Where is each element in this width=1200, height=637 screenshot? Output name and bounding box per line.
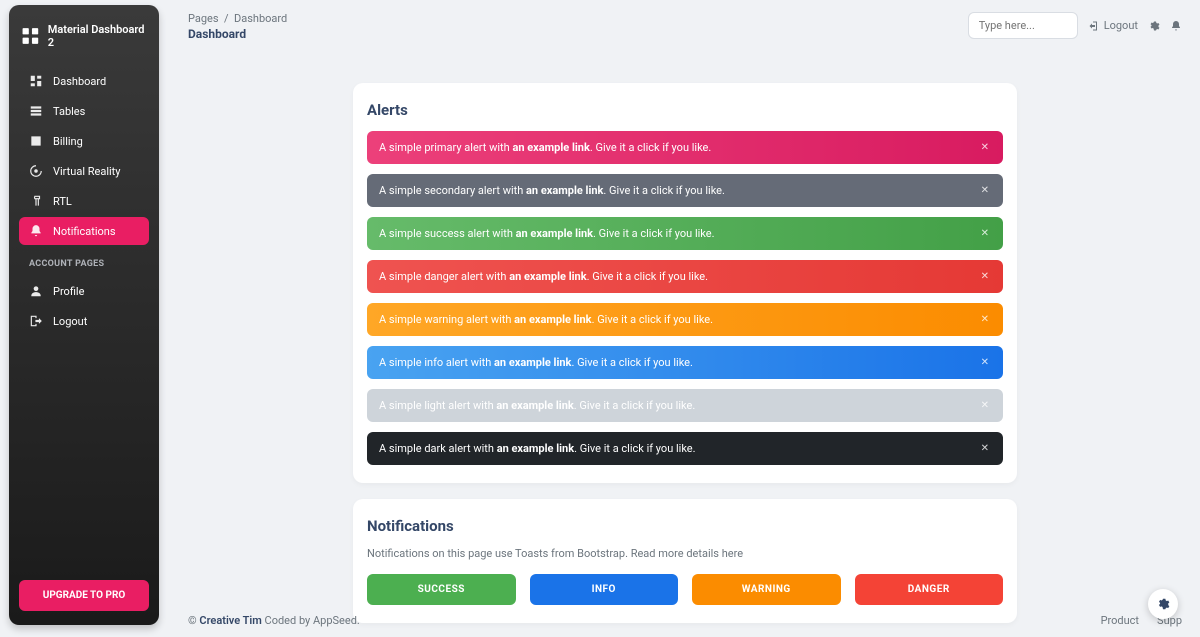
upgrade-button[interactable]: UPGRADE TO PRO: [19, 580, 149, 611]
alert-danger: A simple danger alert with an example li…: [367, 260, 1003, 293]
notifications-subtitle: Notifications on this page use Toasts fr…: [367, 547, 1003, 560]
page-title: Dashboard: [188, 27, 287, 41]
alert-warning: A simple warning alert with an example l…: [367, 303, 1003, 336]
alert-info: A simple info alert with an example link…: [367, 346, 1003, 379]
here-link[interactable]: here: [722, 547, 743, 560]
footer: © Creative Tim Coded by AppSeed. Product…: [188, 614, 1182, 627]
sidebar-item-tables[interactable]: Tables: [19, 97, 149, 125]
signin-icon: [1088, 20, 1100, 32]
breadcrumb: Pages / Dashboard: [188, 12, 287, 25]
close-icon[interactable]: ✕: [979, 400, 991, 411]
sidebar-item-label: RTL: [53, 195, 72, 208]
sidebar-item-vr[interactable]: Virtual Reality: [19, 157, 149, 185]
logout-icon: [29, 314, 43, 328]
close-icon[interactable]: ✕: [979, 142, 991, 153]
info-button[interactable]: INFO: [530, 574, 679, 605]
alert-text: A simple danger alert with an example li…: [379, 270, 708, 283]
gear-icon: [1148, 20, 1160, 32]
nav-header-account: ACCOUNT PAGES: [19, 247, 149, 275]
gear-icon: [1156, 597, 1170, 611]
warning-button[interactable]: WARNING: [692, 574, 841, 605]
rtl-icon: [29, 194, 43, 208]
nav: Dashboard Tables Billing Virtual Reality…: [9, 63, 159, 339]
breadcrumb-current: Dashboard: [234, 12, 287, 25]
notification-buttons: SUCCESS INFO WARNING DANGER: [367, 574, 1003, 605]
sidebar: Material Dashboard 2 Dashboard Tables Bi…: [9, 5, 159, 625]
logout-link[interactable]: Logout: [1088, 19, 1138, 32]
tables-icon: [29, 104, 43, 118]
breadcrumb-root[interactable]: Pages: [188, 12, 219, 25]
brand-name: Material Dashboard 2: [48, 23, 147, 49]
alerts-title: Alerts: [367, 101, 1003, 119]
sidebar-item-label: Profile: [53, 285, 84, 298]
sidebar-item-billing[interactable]: Billing: [19, 127, 149, 155]
alert-text: A simple light alert with an example lin…: [379, 399, 695, 412]
alert-primary: A simple primary alert with an example l…: [367, 131, 1003, 164]
alert-text: A simple info alert with an example link…: [379, 356, 693, 369]
footer-copyright: © Creative Tim Coded by AppSeed.: [188, 614, 360, 627]
dashboard-icon: [29, 74, 43, 88]
vr-icon: [29, 164, 43, 178]
search-input[interactable]: [968, 12, 1078, 39]
sidebar-item-logout[interactable]: Logout: [19, 307, 149, 335]
success-button[interactable]: SUCCESS: [367, 574, 516, 605]
notifications-card: Notifications Notifications on this page…: [353, 499, 1017, 623]
sidebar-item-rtl[interactable]: RTL: [19, 187, 149, 215]
close-icon[interactable]: ✕: [979, 185, 991, 196]
alert-secondary: A simple secondary alert with an example…: [367, 174, 1003, 207]
close-icon[interactable]: ✕: [979, 228, 991, 239]
settings-fab[interactable]: [1148, 589, 1178, 619]
top-actions: Logout: [968, 12, 1182, 39]
alert-text: A simple secondary alert with an example…: [379, 184, 725, 197]
alert-text: A simple success alert with an example l…: [379, 227, 715, 240]
alert-light: A simple light alert with an example lin…: [367, 389, 1003, 422]
danger-button[interactable]: DANGER: [855, 574, 1004, 605]
notifications-title: Notifications: [367, 517, 1003, 535]
user-icon: [29, 284, 43, 298]
close-icon[interactable]: ✕: [979, 271, 991, 282]
main: Pages / Dashboard Dashboard Logout Alert…: [170, 0, 1200, 637]
alert-text: A simple dark alert with an example link…: [379, 442, 696, 455]
bell-link[interactable]: [1170, 20, 1182, 32]
sidebar-item-label: Logout: [53, 315, 87, 328]
sidebar-item-notifications[interactable]: Notifications: [19, 217, 149, 245]
bell-icon: [1170, 20, 1182, 32]
sidebar-item-profile[interactable]: Profile: [19, 277, 149, 305]
sidebar-item-label: Virtual Reality: [53, 165, 120, 178]
sidebar-item-label: Dashboard: [53, 75, 106, 88]
alert-text: A simple warning alert with an example l…: [379, 313, 713, 326]
close-icon[interactable]: ✕: [979, 314, 991, 325]
close-icon[interactable]: ✕: [979, 357, 991, 368]
topbar: Pages / Dashboard Dashboard Logout: [188, 8, 1182, 41]
brand[interactable]: Material Dashboard 2: [9, 5, 159, 63]
footer-link-product[interactable]: Product: [1101, 614, 1139, 627]
alert-success: A simple success alert with an example l…: [367, 217, 1003, 250]
footer-brand[interactable]: Creative Tim: [199, 614, 261, 627]
alerts-card: Alerts A simple primary alert with an ex…: [353, 83, 1017, 483]
sidebar-item-dashboard[interactable]: Dashboard: [19, 67, 149, 95]
brand-logo-icon: [21, 26, 40, 46]
alert-dark: A simple dark alert with an example link…: [367, 432, 1003, 465]
close-icon[interactable]: ✕: [979, 443, 991, 454]
settings-link[interactable]: [1148, 20, 1160, 32]
alert-text: A simple primary alert with an example l…: [379, 141, 711, 154]
bell-icon: [29, 224, 43, 238]
logout-label: Logout: [1104, 19, 1138, 32]
billing-icon: [29, 134, 43, 148]
sidebar-item-label: Notifications: [53, 225, 116, 238]
sidebar-item-label: Billing: [53, 135, 83, 148]
sidebar-item-label: Tables: [53, 105, 85, 118]
